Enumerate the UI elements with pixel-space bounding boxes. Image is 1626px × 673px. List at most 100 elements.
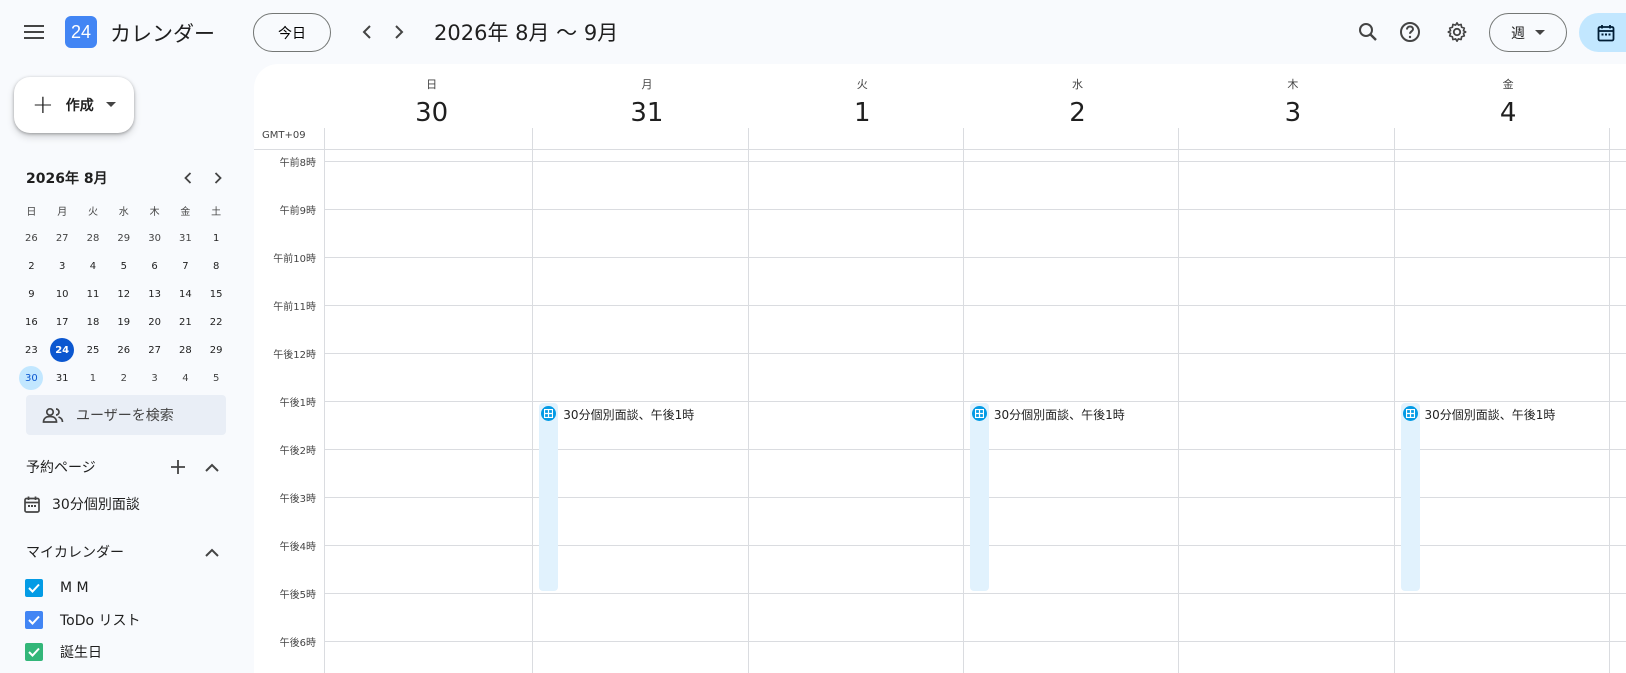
mini-day-number: 22: [209, 316, 223, 328]
day-column-header[interactable]: 火1: [755, 64, 970, 146]
mini-day-cell[interactable]: 24: [47, 336, 78, 364]
mini-day-number: 25: [86, 344, 100, 356]
mini-day-cell[interactable]: 9: [16, 280, 47, 308]
mini-day-cell[interactable]: 8: [201, 252, 232, 280]
mini-day-cell[interactable]: 28: [78, 224, 109, 252]
mini-day-number: 7: [182, 260, 189, 272]
mini-day-cell[interactable]: 21: [170, 308, 201, 336]
day-number[interactable]: 3: [1185, 98, 1400, 128]
main-menu-button[interactable]: [14, 14, 54, 50]
day-number[interactable]: 31: [539, 98, 754, 128]
mini-day-cell[interactable]: 1: [201, 224, 232, 252]
hour-label: 午後6時: [279, 638, 316, 649]
mini-day-cell[interactable]: 14: [170, 280, 201, 308]
chevron-up-icon: [205, 463, 219, 472]
calendar-item-birthdays[interactable]: 誕生日: [25, 638, 102, 666]
day-number[interactable]: 30: [324, 98, 539, 128]
mini-day-number: 11: [86, 288, 100, 300]
mini-day-cell[interactable]: 7: [170, 252, 201, 280]
collapse-my-calendars-button[interactable]: [198, 538, 226, 566]
add-booking-page-button[interactable]: [164, 453, 192, 481]
today-button[interactable]: 今日: [253, 13, 331, 52]
collapse-booking-pages-button[interactable]: [198, 453, 226, 481]
mini-day-cell[interactable]: 4: [170, 364, 201, 392]
mini-day-cell[interactable]: 25: [78, 336, 109, 364]
event-label: 30分個別面談、午後1時: [563, 408, 695, 422]
day-column-header[interactable]: 水2: [970, 64, 1185, 146]
mini-day-cell[interactable]: 13: [139, 280, 170, 308]
calendar-item-todo[interactable]: ToDo リスト: [25, 606, 141, 634]
mini-next-month-button[interactable]: [204, 164, 232, 192]
mini-day-cell[interactable]: 31: [47, 364, 78, 392]
event-block[interactable]: 30分個別面談、午後1時: [539, 403, 694, 591]
event-block[interactable]: 30分個別面談、午後1時: [1400, 403, 1555, 591]
mini-day-cell[interactable]: 4: [78, 252, 109, 280]
calendar-checkbox-mm[interactable]: [25, 579, 43, 597]
top-bar: 24 カレンダー 今日 2026年 8月 〜 9月 週: [0, 0, 1626, 64]
day-column-header[interactable]: 日 30: [324, 64, 539, 146]
calendar-mode-button[interactable]: [1579, 13, 1626, 52]
help-button[interactable]: [1392, 14, 1428, 50]
mini-day-cell[interactable]: 3: [47, 252, 78, 280]
mini-day-cell[interactable]: 27: [139, 336, 170, 364]
day-column-header[interactable]: 木3: [1185, 64, 1400, 146]
mini-day-cell[interactable]: 22: [201, 308, 232, 336]
mini-day-number: 23: [25, 344, 38, 356]
mini-day-cell[interactable]: 23: [16, 336, 47, 364]
mini-prev-month-button[interactable]: [174, 164, 202, 192]
next-week-button[interactable]: [383, 16, 415, 48]
mini-day-cell[interactable]: 5: [201, 364, 232, 392]
mini-day-cell[interactable]: 3: [139, 364, 170, 392]
view-switcher-button[interactable]: 週: [1489, 13, 1567, 52]
mini-day-number: 28: [86, 232, 100, 244]
mini-day-cell[interactable]: 1: [78, 364, 109, 392]
hour-label: 午前9時: [279, 206, 316, 217]
mini-day-cell[interactable]: 29: [201, 336, 232, 364]
settings-button[interactable]: [1439, 14, 1475, 50]
people-icon: [42, 407, 64, 423]
mini-day-cell[interactable]: 12: [108, 280, 139, 308]
day-column-header[interactable]: 月 31: [539, 64, 754, 146]
mini-day-cell[interactable]: 2: [108, 364, 139, 392]
mini-day-cell[interactable]: 31: [170, 224, 201, 252]
day-number[interactable]: 4: [1401, 98, 1616, 128]
day-column-header[interactable]: 金4: [1401, 64, 1616, 146]
mini-day-cell[interactable]: 18: [78, 308, 109, 336]
my-calendars-header[interactable]: マイカレンダー: [26, 534, 226, 570]
mini-day-cell[interactable]: 29: [108, 224, 139, 252]
mini-day-cell[interactable]: 30: [139, 224, 170, 252]
week-view-grid: GMT+09 日 30 月 31 火 1 水 2 木 3 金 4 午前8時 午前9時 午前10時 午前11時午…: [254, 64, 1626, 673]
mini-day-cell[interactable]: 27: [47, 224, 78, 252]
mini-day-cell[interactable]: 19: [108, 308, 139, 336]
mini-day-cell[interactable]: 17: [47, 308, 78, 336]
mini-day-cell[interactable]: 26: [108, 336, 139, 364]
calendar-item-mm[interactable]: M M: [25, 574, 89, 602]
mini-day-cell[interactable]: 16: [16, 308, 47, 336]
mini-day-cell[interactable]: 20: [139, 308, 170, 336]
hour-label: 午前11時: [273, 302, 316, 313]
mini-day-cell[interactable]: 10: [47, 280, 78, 308]
day-number[interactable]: 2: [970, 98, 1185, 128]
user-search-input[interactable]: ユーザーを検索: [26, 395, 226, 435]
hour-divider: [324, 593, 1626, 594]
mini-day-cell[interactable]: 11: [78, 280, 109, 308]
mini-day-number: 16: [25, 316, 38, 328]
mini-day-number: 20: [148, 316, 161, 328]
day-of-week-label: 木: [1287, 78, 1299, 91]
calendar-checkbox-todo[interactable]: [25, 611, 43, 629]
mini-day-cell[interactable]: 30: [16, 364, 47, 392]
booking-page-item[interactable]: 30分個別面談: [24, 490, 140, 518]
mini-day-cell[interactable]: 2: [16, 252, 47, 280]
mini-day-number: 5: [212, 372, 220, 384]
search-button[interactable]: [1350, 14, 1386, 50]
create-button[interactable]: + 作成: [14, 77, 134, 133]
mini-day-cell[interactable]: 15: [201, 280, 232, 308]
mini-day-cell[interactable]: 5: [108, 252, 139, 280]
mini-day-cell[interactable]: 28: [170, 336, 201, 364]
mini-day-cell[interactable]: 26: [16, 224, 47, 252]
prev-week-button[interactable]: [351, 16, 383, 48]
event-block[interactable]: 30分個別面談、午後1時: [969, 403, 1125, 591]
calendar-checkbox-birthdays[interactable]: [25, 643, 43, 661]
day-number[interactable]: 1: [755, 98, 970, 128]
mini-day-cell[interactable]: 6: [139, 252, 170, 280]
